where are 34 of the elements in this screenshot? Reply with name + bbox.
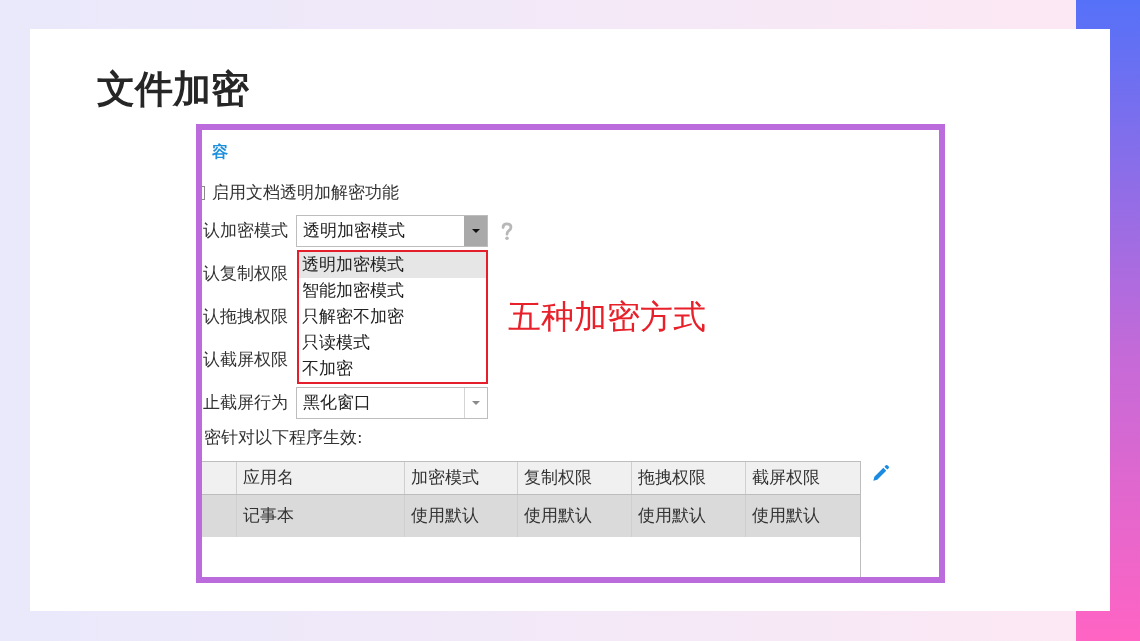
field-label: 止截屏行为 bbox=[203, 393, 288, 412]
table-caption: 密针对以下程序生效: bbox=[204, 427, 363, 449]
field-label: 认复制权限 bbox=[203, 264, 288, 283]
annotation-text: 五种加密方式 bbox=[508, 297, 706, 337]
checkbox-label: 启用文档透明加解密功能 bbox=[212, 182, 399, 204]
slide-title: 文件加密 bbox=[97, 67, 249, 111]
dropdown-option[interactable]: 只读模式 bbox=[299, 330, 486, 356]
dropdown-option[interactable]: 只解密不加密 bbox=[299, 304, 486, 330]
section-heading: 容 bbox=[212, 141, 228, 163]
column-header: 加密模式 bbox=[405, 462, 518, 494]
dropdown[interactable]: 透明加密模式 bbox=[296, 215, 488, 247]
column-header: 拖拽权限 bbox=[632, 462, 746, 494]
dropdown-option[interactable]: 透明加密模式 bbox=[299, 252, 486, 278]
field-label: 认加密模式 bbox=[203, 221, 288, 240]
help-icon[interactable] bbox=[500, 221, 514, 241]
caret-icon bbox=[472, 229, 480, 233]
dropdown-option[interactable]: 不加密 bbox=[299, 356, 486, 382]
caret-icon bbox=[472, 401, 480, 405]
table-cell: 使用默认 bbox=[405, 495, 518, 537]
dropdown[interactable]: 黑化窗口 bbox=[296, 387, 488, 419]
pencil-icon[interactable] bbox=[872, 463, 890, 483]
checkbox[interactable] bbox=[202, 186, 205, 200]
column-header: 截屏权限 bbox=[751, 467, 821, 489]
table-cell: 使用默认 bbox=[632, 495, 746, 537]
field-label: 认拖拽权限 bbox=[203, 307, 288, 326]
dropdown-option[interactable]: 智能加密模式 bbox=[299, 278, 486, 304]
field-label: 认截屏权限 bbox=[203, 350, 288, 369]
dropdown-arrow-button[interactable] bbox=[464, 216, 487, 246]
column-header: 应用名 bbox=[237, 462, 405, 494]
column-header: 复制权限 bbox=[518, 462, 632, 494]
table-cell: 记事本 bbox=[237, 495, 405, 537]
table-cell-text: 使用默认 bbox=[751, 505, 821, 527]
table-cell: 使用默认 bbox=[518, 495, 632, 537]
table-row[interactable]: 记事本 使用默认 使用默认 使用默认 使用默认 bbox=[202, 495, 860, 537]
